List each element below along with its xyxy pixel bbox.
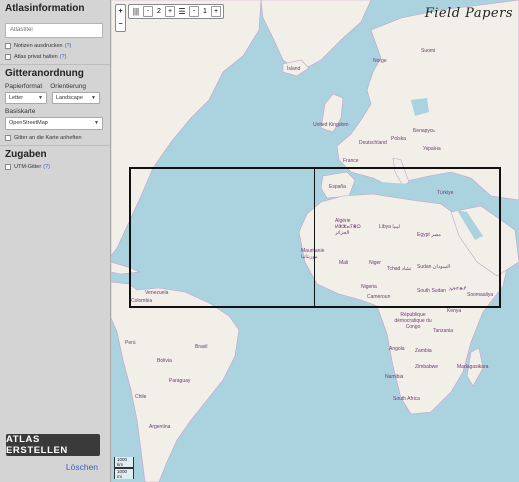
map-label-madagasikara: Madagasikara xyxy=(457,364,489,370)
map-label-uk: United Kingdom xyxy=(313,122,349,128)
chevron-down-icon: ▼ xyxy=(38,94,43,101)
fit-grid-checkbox-row[interactable]: Gitter an die Karte anheften xyxy=(5,134,105,141)
chevron-down-icon: ▼ xyxy=(94,120,99,126)
paper-format-select[interactable]: Letter ▼ xyxy=(5,91,47,104)
map-label-polska: Polska xyxy=(391,136,407,142)
notes-checkbox[interactable] xyxy=(5,42,11,49)
columns-decrease-button[interactable]: - xyxy=(143,6,153,17)
map-label-norge: Norge xyxy=(373,58,387,64)
atlas-info-heading: Atlasinformation xyxy=(5,3,85,14)
zoom-in-button[interactable]: + xyxy=(118,8,122,15)
orientation-select[interactable]: Landscape ▼ xyxy=(52,91,100,104)
notes-checkbox-row[interactable]: Notizen ausdrucken (?) xyxy=(5,42,105,49)
delete-link[interactable]: Löschen xyxy=(66,462,98,472)
map-label-namibia: Namibia xyxy=(385,374,404,380)
map-canvas[interactable]: Norge Suomi Ísland United Kingdom Polska… xyxy=(111,0,519,482)
columns-icon: ||| xyxy=(132,7,140,16)
atlas-page-grid[interactable] xyxy=(129,167,501,308)
extras-section: Zugaben UTM-Gitter (?) xyxy=(0,146,110,174)
notes-label: Notizen ausdrucken xyxy=(14,42,63,49)
notes-help-link[interactable]: (?) xyxy=(65,43,72,49)
private-checkbox[interactable] xyxy=(5,53,11,60)
map-label-peru: Perú xyxy=(125,340,136,346)
fit-grid-label: Gitter an die Karte anheften xyxy=(14,134,82,141)
map-label-chile: Chile xyxy=(135,394,147,400)
rows-value: 1 xyxy=(203,8,207,15)
map-label-suomi: Suomi xyxy=(421,48,436,54)
sidebar: Atlasinformation Notizen ausdrucken (?) … xyxy=(0,0,111,482)
scale-km: 1000 km xyxy=(114,457,134,468)
map-label-brasil: Brasil xyxy=(195,344,208,350)
map-label-zambia: Zambia xyxy=(415,348,432,354)
map-label-bolivia: Bolivia xyxy=(157,358,172,364)
scale-bar: 1000 km 1000 mi xyxy=(114,457,134,479)
columns-value: 2 xyxy=(157,8,161,15)
map-label-rdc: République démocratique du Congo xyxy=(394,312,432,330)
map-label-france: France xyxy=(343,158,359,164)
basemap-label: Basiskarte xyxy=(5,107,36,115)
orientation-label: Orientierung xyxy=(50,82,86,90)
map-label-ukraine: Україна xyxy=(423,146,441,152)
paper-format-value: Letter xyxy=(9,94,24,101)
map-label-deutschland: Deutschland xyxy=(359,140,387,146)
map-label-belarus: Беларусь xyxy=(413,128,435,134)
scale-mi: 1000 mi xyxy=(114,468,134,479)
orientation-value: Landscape xyxy=(56,94,83,101)
chevron-down-icon: ▼ xyxy=(91,94,96,101)
map-label-kenya: Kenya xyxy=(447,308,462,314)
private-help-link[interactable]: (?) xyxy=(60,54,67,60)
utm-help-link[interactable]: (?) xyxy=(43,164,50,170)
map-label-angola: Angola xyxy=(389,346,405,352)
rows-icon: ☰ xyxy=(178,7,186,16)
atlas-page-divider xyxy=(314,167,315,308)
create-atlas-button[interactable]: ATLAS ERSTELLEN xyxy=(6,434,100,456)
paper-format-label: Papierformat xyxy=(5,82,43,90)
map-label-paraguay: Paraguay xyxy=(169,378,191,384)
columns-increase-button[interactable]: + xyxy=(165,6,175,17)
map-label-zimbabwe: Zimbabwe xyxy=(415,364,439,370)
extras-heading: Zugaben xyxy=(5,148,47,160)
map-label-island: Ísland xyxy=(287,66,301,72)
zoom-control: + − xyxy=(115,4,126,32)
private-checkbox-row[interactable]: Atlas privat halten (?) xyxy=(5,53,105,60)
utm-label: UTM-Gitter xyxy=(14,163,42,170)
utm-checkbox-row[interactable]: UTM-Gitter (?) xyxy=(5,163,105,170)
grid-heading: Gitteranordnung xyxy=(5,67,84,79)
basemap-select[interactable]: OpenStreetMap ▼ xyxy=(5,116,103,130)
rows-decrease-button[interactable]: - xyxy=(189,6,199,17)
atlas-title-input[interactable] xyxy=(5,22,103,38)
map-label-south-africa: South Africa xyxy=(393,396,420,402)
fit-grid-checkbox[interactable] xyxy=(5,134,11,141)
basemap-value: OpenStreetMap xyxy=(9,120,48,126)
private-label: Atlas privat halten xyxy=(14,53,58,60)
field-papers-logo: Field Papers xyxy=(424,6,513,21)
map-label-argentina: Argentina xyxy=(149,424,171,430)
zoom-out-button[interactable]: − xyxy=(118,21,122,28)
utm-checkbox[interactable] xyxy=(5,163,11,170)
grid-section: Gitteranordnung Papierformat Orientierun… xyxy=(0,65,110,146)
rows-increase-button[interactable]: + xyxy=(211,6,221,17)
map-label-tanzania: Tanzania xyxy=(433,328,454,334)
atlas-info-section: Atlasinformation Notizen ausdrucken (?) … xyxy=(0,0,110,65)
grid-size-control: ||| - 2 + ☰ - 1 + xyxy=(128,4,224,19)
